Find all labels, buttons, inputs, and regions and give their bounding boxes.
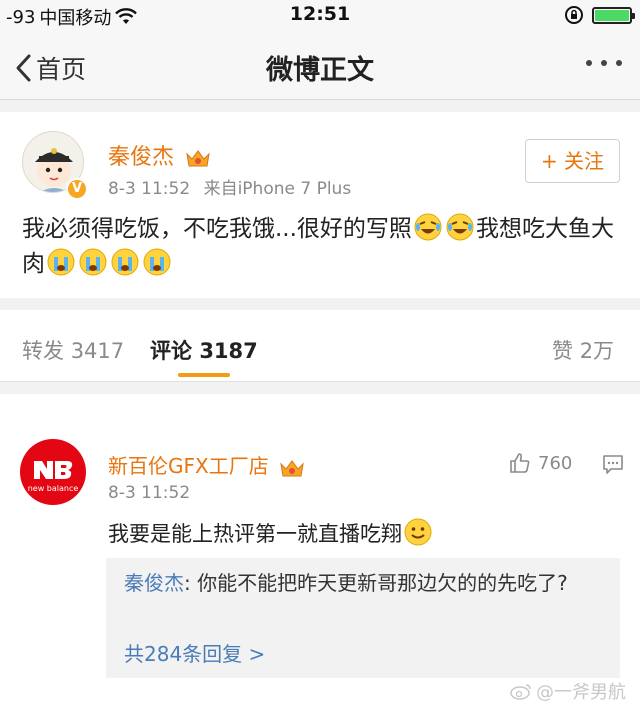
comment-text: 我要是能上热评第一就直播吃翔 — [108, 517, 434, 548]
post-tabs: 转发 3417 评论 3187 赞 2万 — [0, 310, 640, 382]
post-text: 我必须得吃饭，不吃我饿...很好的写照 我想吃大鱼大肉 — [22, 212, 626, 282]
tab-likes-label: 赞 — [552, 339, 573, 363]
comment-time: 8-3 11:52 — [108, 483, 191, 503]
new-balance-logo: new balance — [28, 461, 79, 493]
crying-emoji-icon — [143, 248, 171, 276]
smile-emoji-icon — [404, 518, 432, 546]
comment-text-content: 我要是能上热评第一就直播吃翔 — [108, 522, 402, 546]
crying-emoji-icon — [47, 248, 75, 276]
commenter-avatar[interactable]: new balance — [20, 439, 86, 505]
post-meta: 8-3 11:52 来自iPhone 7 Plus — [108, 174, 351, 199]
comment-icon — [603, 455, 623, 474]
vip-crown-icon — [280, 459, 304, 476]
status-right — [564, 5, 635, 25]
sub-reply-text: : 你能不能把昨天更新哥那边欠的的先吃了? — [184, 571, 568, 595]
tab-comments-count: 3187 — [199, 339, 258, 363]
thumbs-up-icon — [510, 453, 530, 473]
tab-repost-label: 转发 — [22, 339, 64, 363]
sub-reply-author[interactable]: 秦俊杰 — [124, 571, 184, 595]
sub-reply-box[interactable]: 秦俊杰: 你能不能把昨天更新哥那边欠的的先吃了? 共284条回复 > — [106, 558, 620, 678]
weibo-post: V 秦俊杰 8-3 11:52 来自iPhone 7 Plus + 关注 我必须… — [0, 112, 640, 298]
rotation-lock-icon — [565, 6, 583, 24]
watermark-text: @一斧男航 — [536, 682, 626, 703]
comment-reply-button[interactable] — [602, 453, 624, 479]
vip-crown-icon — [186, 150, 210, 167]
crying-emoji-icon — [79, 248, 107, 276]
sub-reply: 秦俊杰: 你能不能把昨天更新哥那边欠的的先吃了? — [124, 568, 604, 598]
post-time: 8-3 11:52 — [108, 179, 191, 199]
battery-icon — [592, 6, 635, 24]
post-author[interactable]: 秦俊杰 — [108, 139, 211, 171]
navigation-bar: 首页 微博正文 — [0, 30, 640, 100]
more-options-icon[interactable] — [586, 60, 622, 66]
view-all-replies-link[interactable]: 共284条回复 > — [124, 638, 265, 667]
weibo-logo-icon — [510, 684, 531, 700]
commenter-name: 新百伦GFX工厂店 — [108, 454, 269, 478]
watermark: @一斧男航 — [510, 678, 626, 704]
tab-comments-label: 评论 — [150, 339, 192, 363]
clock: 12:51 — [289, 3, 351, 25]
post-source: 来自iPhone 7 Plus — [203, 179, 352, 199]
page-title: 微博正文 — [266, 55, 374, 86]
laugh-cry-emoji-icon — [446, 213, 474, 241]
status-bar: -93 中国移动 12:51 — [0, 0, 640, 30]
commenter[interactable]: 新百伦GFX工厂店 — [108, 450, 305, 479]
crying-emoji-icon — [111, 248, 139, 276]
laugh-cry-emoji-icon — [414, 213, 442, 241]
tab-comments[interactable]: 评论 3187 — [150, 335, 258, 365]
tab-repost[interactable]: 转发 3417 — [22, 335, 124, 365]
avatar-text: new balance — [28, 484, 79, 493]
post-text-part1: 我必须得吃饭，不吃我饿...很好的写照 — [22, 216, 412, 242]
tab-likes[interactable]: 赞 2万 — [552, 335, 614, 365]
post-author-name: 秦俊杰 — [108, 145, 175, 170]
follow-button[interactable]: + 关注 — [525, 139, 620, 183]
tab-repost-count: 3417 — [70, 339, 125, 363]
comment-like-button[interactable]: 760 — [508, 451, 572, 475]
verified-badge: V — [66, 178, 88, 200]
active-tab-indicator — [178, 373, 230, 377]
tab-likes-count: 2万 — [579, 339, 615, 363]
comment-like-count: 760 — [538, 452, 573, 474]
comment-item: new balance 新百伦GFX工厂店 8-3 11:52 760 我要是能… — [0, 394, 640, 706]
